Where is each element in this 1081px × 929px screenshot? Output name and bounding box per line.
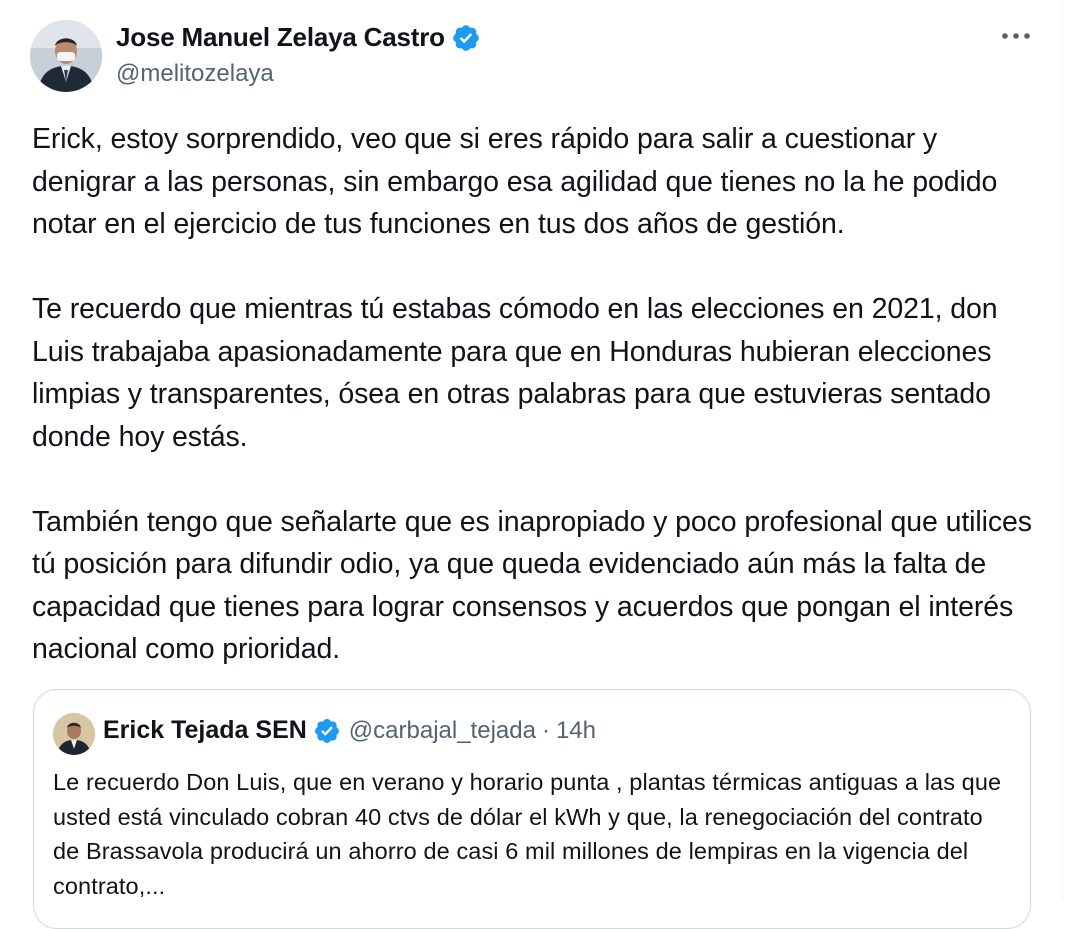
tweet-text: Erick, estoy sorprendido, veo que si ere…	[32, 118, 1042, 671]
author-avatar[interactable]	[30, 20, 102, 92]
tweet-paragraph: Erick, estoy sorprendido, veo que si ere…	[32, 123, 998, 240]
tweet-paragraph: También tengo que señalarte que es inapr…	[32, 505, 1032, 666]
tweet-paragraph: Te recuerdo que mientras tú estabas cómo…	[32, 293, 998, 453]
quoted-timestamp[interactable]: 14h	[556, 717, 596, 745]
verified-badge-icon	[451, 23, 481, 53]
quoted-tweet-header: Erick Tejada SEN @carbajal_tejada · 14h	[103, 716, 596, 745]
quoted-author-handle[interactable]: @carbajal_tejada	[349, 717, 536, 745]
quoted-author-avatar[interactable]	[53, 713, 95, 755]
profile-photo-icon	[53, 713, 95, 755]
more-options-button[interactable]	[994, 18, 1038, 54]
profile-photo-icon	[30, 20, 102, 92]
verified-badge-icon	[313, 717, 341, 745]
author-handle[interactable]: @melitozelaya	[116, 60, 274, 88]
author-name[interactable]: Jose Manuel Zelaya Castro	[116, 22, 445, 53]
column-divider	[1062, 0, 1063, 900]
quoted-tweet-card[interactable]: Erick Tejada SEN @carbajal_tejada · 14h …	[33, 689, 1031, 929]
quoted-meta-separator: ·	[541, 716, 550, 744]
author-name-row[interactable]: Jose Manuel Zelaya Castro	[116, 22, 481, 53]
ellipsis-icon	[1002, 33, 1030, 39]
quoted-tweet-text: Le recuerdo Don Luis, que en verano y ho…	[53, 769, 1002, 899]
quoted-author-name[interactable]: Erick Tejada SEN	[103, 716, 307, 745]
